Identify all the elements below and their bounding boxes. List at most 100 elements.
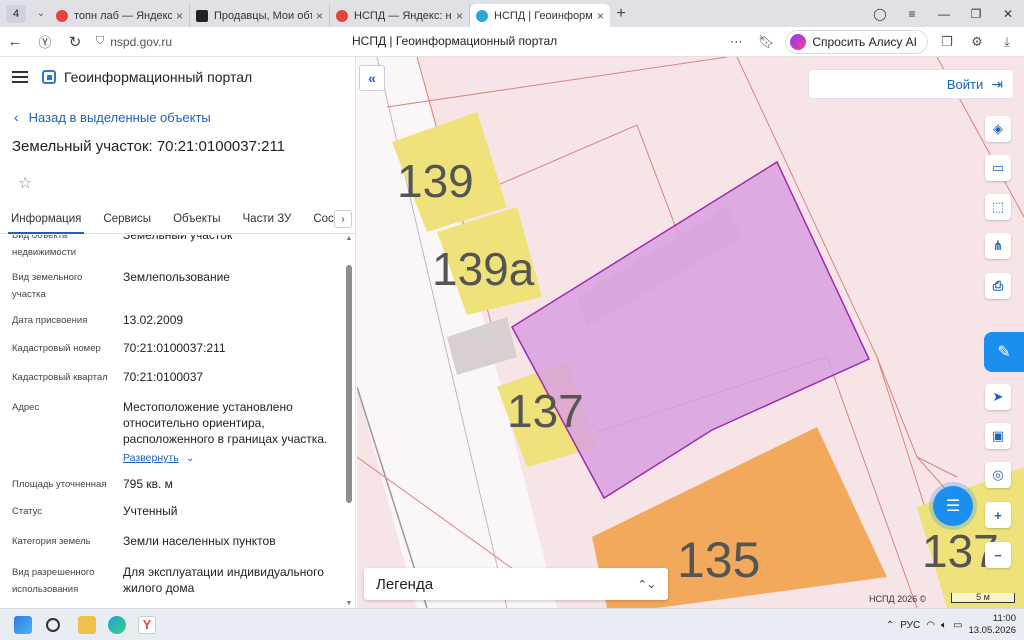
expand-link[interactable]: Развернуть ⌄ (123, 449, 344, 467)
object-title: Земельный участок: 70:21:0100037:211 (12, 138, 286, 155)
back-label: Назад в выделенные объекты (28, 109, 211, 125)
tab-services[interactable]: Сервисы (92, 208, 162, 233)
portal-logo-icon (42, 70, 56, 84)
locate-button[interactable]: ➤ (985, 384, 1011, 410)
search-icon[interactable] (46, 618, 60, 632)
minimize-icon[interactable]: — (928, 7, 960, 21)
panel-scrollbar[interactable]: ▲ ▼ (345, 235, 353, 607)
scroll-up-icon[interactable]: ▲ (345, 235, 353, 242)
chevron-down-icon: ⌄ (186, 453, 195, 464)
yandex-icon (56, 9, 68, 22)
nspd-icon (476, 9, 488, 22)
chat-button[interactable]: ☰ (933, 486, 973, 526)
browser-tab[interactable]: топн лаб — Яндекс: нашло × (50, 4, 190, 27)
clock-date: 13.05.2026 (968, 625, 1016, 636)
minimap-icon: ▣ (991, 428, 1005, 443)
print-button[interactable]: ⎙ (985, 273, 1011, 299)
collapse-panel-button[interactable]: « (359, 65, 385, 91)
legend-dropdown[interactable]: Легенда ⌃⌄ (364, 568, 668, 600)
login-button[interactable]: Войти ⇥ (808, 69, 1014, 99)
close-tab-icon[interactable]: × (597, 9, 604, 23)
select-area-icon: ⬚ (991, 199, 1005, 214)
clock[interactable]: 11:00 13.05.2026 (968, 613, 1016, 637)
property-key: Категория земель (12, 536, 91, 547)
scrollbar-thumb[interactable] (346, 265, 352, 503)
browser-tab[interactable]: НСПД — Яндекс: нашлось × (330, 4, 470, 27)
map-label-139: 139 (397, 155, 474, 207)
tab-count-button[interactable]: 4 (6, 4, 26, 23)
address-bar: ← Ⓨ ↻ ⛉ nspd.gov.ru НСПД | Геоинформацио… (0, 27, 1024, 57)
tab-composition[interactable]: Состав (302, 208, 362, 233)
alice-label: Спросить Алису AI (812, 35, 917, 49)
share-button[interactable]: ⋔ (985, 233, 1011, 259)
browser-tab-active[interactable]: НСПД | Геоинформационный × (470, 4, 610, 27)
portal-name: Геоинформационный портал (64, 69, 253, 85)
yandex-browser-icon[interactable]: Y (138, 616, 156, 634)
downloads-icon[interactable]: ⤓ (996, 34, 1018, 50)
property-value: Земельный участок (123, 235, 233, 242)
promo-tab-button[interactable]: ✎ (984, 332, 1024, 372)
print-icon: ⎙ (992, 278, 1004, 293)
file-explorer-icon[interactable] (78, 616, 96, 634)
close-tab-icon[interactable]: × (176, 9, 183, 23)
reload-icon[interactable]: ↻ (60, 33, 90, 51)
extensions-icon[interactable]: ⚙ (966, 34, 988, 50)
tab-information[interactable]: Информация (0, 208, 92, 234)
geolocation-button[interactable]: ◎ (985, 462, 1011, 488)
property-key: Кадастровый квартал (12, 372, 108, 383)
scroll-down-icon[interactable]: ▼ (345, 600, 353, 607)
map-view[interactable]: 139 139а 137 135 137 « Войти ⇥ ◈ ▭ ⬚ ⋔ ⎙… (357, 57, 1024, 608)
menu-icon[interactable]: ≡ (896, 7, 928, 21)
close-tab-icon[interactable]: × (316, 9, 323, 23)
windows-start-icon[interactable] (14, 616, 32, 634)
maximize-icon[interactable]: ❐ (960, 7, 992, 21)
wifi-icon[interactable]: ◠ (926, 620, 935, 631)
ask-alice-button[interactable]: Спросить Алису AI (785, 30, 928, 54)
battery-icon[interactable]: ▭ (953, 620, 962, 631)
yandex-home-icon[interactable]: Ⓨ (30, 32, 60, 51)
map-scale: 5 м (951, 593, 1015, 603)
select-area-button[interactable]: ⬚ (985, 194, 1011, 220)
expand-label: Развернуть (123, 452, 179, 464)
back-arrow-icon[interactable]: ← (0, 33, 30, 50)
minus-icon: − (994, 547, 1002, 563)
geolocation-icon: ◎ (992, 467, 1004, 482)
browser-tab[interactable]: Продавцы, Мои объекты × (190, 4, 330, 27)
zoom-out-button[interactable]: − (985, 542, 1011, 568)
zoom-in-button[interactable]: + (985, 502, 1011, 528)
property-value: 70:21:0100037:211 (123, 341, 226, 355)
more-icon[interactable]: ⋯ (725, 34, 747, 50)
back-to-selected-link[interactable]: ‹ Назад в выделенные объекты (14, 109, 211, 125)
properties-list: Вид объекта недвижимости Земельный участ… (0, 235, 344, 607)
map-label-135: 135 (677, 532, 760, 588)
tabs-more-chevron-icon[interactable]: › (334, 210, 352, 228)
layers-button[interactable]: ◈ (985, 116, 1011, 142)
shield-icon: ⛉ (96, 35, 105, 47)
property-value: 795 кв. м (123, 477, 173, 491)
page-title: НСПД | Геоинформационный портал (352, 34, 558, 48)
tab-list-chevron-icon[interactable]: ⌄ (32, 8, 50, 19)
tab-objects[interactable]: Объекты (162, 208, 231, 233)
chevron-left-icon: ‹ (14, 109, 19, 125)
copyright-text: НСПД 2026 © (869, 594, 927, 604)
plus-icon: + (994, 507, 1002, 523)
language-indicator[interactable]: РУС (900, 620, 920, 631)
edge-icon[interactable] (108, 616, 126, 634)
profile-icon[interactable]: ◯ (864, 7, 896, 21)
collections-icon[interactable]: ❒ (936, 34, 958, 50)
close-window-icon[interactable]: ✕ (992, 7, 1024, 21)
hamburger-menu-icon[interactable] (12, 71, 28, 83)
ruler-icon: ▭ (991, 160, 1005, 175)
tray-chevron-icon[interactable]: ⌃ (886, 620, 894, 631)
new-tab-plus-icon[interactable]: + (610, 5, 632, 23)
close-tab-icon[interactable]: × (456, 9, 463, 23)
tab-parts[interactable]: Части ЗУ (232, 208, 303, 233)
login-arrow-icon: ⇥ (991, 75, 1003, 92)
favorite-star-icon[interactable]: ☆ (18, 173, 32, 193)
window-controls: ◯ ≡ — ❐ ✕ (864, 0, 1024, 27)
volume-icon[interactable]: 🔈︎ (941, 620, 947, 631)
bookmark-icon[interactable]: 🔖︎ (755, 34, 777, 50)
tab-title: НСПД | Геоинформационный (494, 9, 593, 22)
ruler-button[interactable]: ▭ (985, 155, 1011, 181)
minimap-button[interactable]: ▣ (985, 423, 1011, 449)
